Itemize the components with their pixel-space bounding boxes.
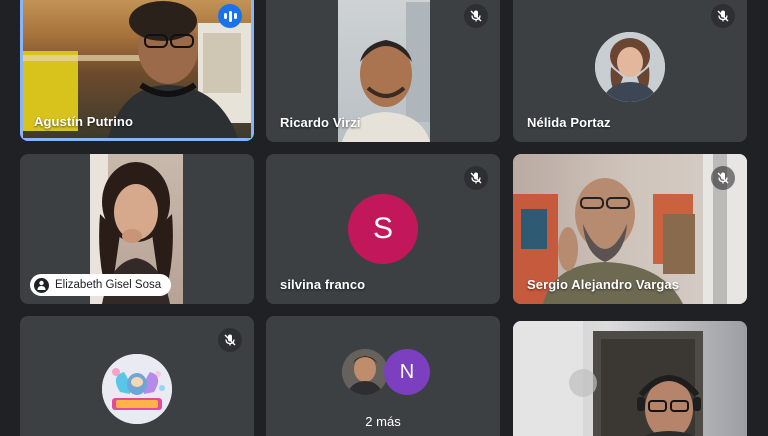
mic-off-icon: [218, 328, 242, 352]
participant-tile-elizabeth[interactable]: Elizabeth Gisel Sosa: [20, 154, 254, 304]
participant-name: Sergio Alejandro Vargas: [527, 277, 680, 292]
participant-avatar: [102, 354, 172, 424]
letter-avatar: S: [348, 194, 418, 264]
more-participants-label: 2 más: [365, 414, 401, 429]
participant-name: Agustín Putrino: [34, 114, 133, 129]
participant-tile-mama[interactable]: [20, 316, 254, 436]
mic-off-icon: [464, 166, 488, 190]
mic-off-icon: [711, 166, 735, 190]
participant-tile-silvina[interactable]: S silvina franco: [266, 154, 500, 304]
audio-level-icon: [218, 4, 242, 28]
participant-tile-ricardo[interactable]: Ricardo Virzi: [266, 0, 500, 142]
person-pin-icon: [34, 277, 49, 293]
participant-tile-agustin[interactable]: Agustín Putrino: [20, 0, 254, 141]
letter-avatar: N: [384, 349, 430, 395]
mic-off-icon: [711, 4, 735, 28]
meeting-grid: Agustín Putrino Ricardo Virzi Nélida Por…: [0, 0, 768, 436]
participant-tile-overflow[interactable]: N 2 más: [266, 316, 500, 436]
participant-tile-sergio[interactable]: Sergio Alejandro Vargas: [513, 154, 747, 304]
participant-tile-bottom-right[interactable]: [513, 321, 747, 436]
participant-name: Elizabeth Gisel Sosa: [55, 279, 162, 291]
participant-avatar: [342, 349, 388, 395]
participant-name: Ricardo Virzi: [280, 115, 361, 130]
participant-name: silvina franco: [280, 277, 366, 292]
mic-off-icon: [464, 4, 488, 28]
participant-avatar: [595, 32, 665, 102]
participant-name-chip: Elizabeth Gisel Sosa: [30, 274, 172, 296]
participant-tile-nelida[interactable]: Nélida Portaz: [513, 0, 747, 142]
participant-video: [513, 321, 747, 436]
participant-name: Nélida Portaz: [527, 115, 611, 130]
